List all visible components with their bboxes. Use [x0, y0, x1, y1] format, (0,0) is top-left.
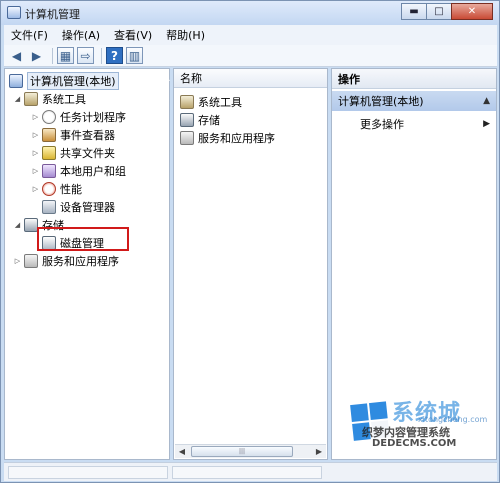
tools-icon [180, 94, 194, 109]
forward-icon[interactable]: ▶ [28, 47, 45, 64]
expand-arrow-icon[interactable]: ▷ [31, 167, 40, 175]
maximize-button[interactable]: □ [426, 3, 452, 20]
tree-item-task-scheduler[interactable]: ▷ 任务计划程序 [31, 108, 126, 125]
list-item-services[interactable]: 服务和应用程序 [180, 129, 275, 146]
watermark-url: xitongcheng.com [418, 415, 488, 424]
scrollbar-thumb[interactable]: ||| [191, 446, 293, 457]
show-hide-console-tree-icon[interactable]: ▦ [57, 47, 74, 64]
watermark-line2: DEDECMS.COM [372, 438, 457, 449]
list-item-label: 服务和应用程序 [198, 131, 275, 145]
tree-item-system-tools[interactable]: ◢ 系统工具 [13, 90, 86, 107]
tree-item-label: 事件查看器 [60, 128, 115, 142]
clock-icon [42, 109, 56, 124]
tree-item-services[interactable]: ▷ 服务和应用程序 [13, 252, 119, 269]
status-field [172, 466, 322, 479]
more-actions-label: 更多操作 [360, 118, 404, 131]
tree-item-local-users[interactable]: ▷ 本地用户和组 [31, 162, 126, 179]
tree-root[interactable]: 计算机管理(本地) [9, 71, 119, 90]
menu-file[interactable]: 文件(F) [4, 27, 55, 43]
name-column-header[interactable]: 名称 [174, 69, 327, 88]
show-action-pane-icon[interactable]: ▥ [126, 47, 143, 64]
expand-arrow-icon[interactable]: ▷ [31, 113, 40, 121]
menu-view[interactable]: 查看(V) [107, 27, 159, 43]
actions-header-label: 操作 [338, 72, 360, 86]
tree-item-label: 共享文件夹 [60, 146, 115, 160]
device-manager-icon [42, 199, 56, 214]
tree-item-event-viewer[interactable]: ▷ 事件查看器 [31, 126, 115, 143]
tree-item-label: 本地用户和组 [60, 164, 126, 178]
actions-section-label: 计算机管理(本地) [338, 95, 424, 108]
toolbar-separator [52, 47, 53, 64]
tools-icon [24, 91, 38, 106]
toolbar: ◀ ▶ ▦ ⇨ ? ▥ [4, 45, 497, 67]
tree-item-performance[interactable]: ▷ 性能 [31, 180, 82, 197]
list-item-label: 存储 [198, 113, 220, 127]
tree-item-label: 性能 [60, 182, 82, 196]
services-icon [180, 130, 194, 145]
submenu-arrow-icon: ▶ [483, 119, 490, 129]
tree-root-label: 计算机管理(本地) [27, 71, 119, 90]
computer-icon [9, 73, 23, 88]
storage-icon [24, 217, 38, 232]
expand-arrow-icon[interactable]: ▷ [13, 257, 22, 265]
help-icon[interactable]: ? [106, 47, 123, 64]
horizontal-scrollbar[interactable]: ◀ ||| ▶ [175, 444, 326, 458]
expand-arrow-icon[interactable]: ▷ [31, 185, 40, 193]
list-item-storage[interactable]: 存储 [180, 111, 220, 128]
menu-action[interactable]: 操作(A) [55, 27, 107, 43]
console-tree[interactable]: 计算机管理(本地) ◢ 系统工具 ▷ 任务计划程序 ▷ 事件查看器 ▷ 共享文件… [4, 68, 170, 460]
actions-section-title[interactable]: 计算机管理(本地) ▲ [332, 91, 496, 111]
users-icon [42, 163, 56, 178]
collapse-up-icon[interactable]: ▲ [483, 96, 490, 106]
services-icon [24, 253, 38, 268]
performance-icon [42, 181, 56, 196]
list-item-system-tools[interactable]: 系统工具 [180, 93, 242, 110]
scroll-left-icon[interactable]: ◀ [175, 445, 189, 458]
name-column-label: 名称 [180, 72, 202, 85]
expand-arrow-icon[interactable]: ▷ [31, 149, 40, 157]
actions-pane: 操作 计算机管理(本地) ▲ 更多操作 ▶ 系统城 xitongcheng.co… [331, 68, 497, 460]
scroll-right-icon[interactable]: ▶ [312, 445, 326, 458]
collapse-arrow-icon[interactable]: ◢ [13, 221, 22, 229]
tree-item-device-manager[interactable]: 设备管理器 [31, 198, 115, 215]
tree-item-label: 服务和应用程序 [42, 254, 119, 268]
title-bar[interactable]: 计算机管理 ▬ □ ✕ [1, 1, 499, 25]
back-icon[interactable]: ◀ [8, 47, 25, 64]
window-title: 计算机管理 [25, 8, 80, 21]
details-pane[interactable]: 名称 系统工具 存储 服务和应用程序 ◀ ||| ▶ [173, 68, 328, 460]
disk-management-highlight [37, 227, 129, 251]
menu-help[interactable]: 帮助(H) [159, 27, 212, 43]
storage-icon [180, 112, 194, 127]
actions-header: 操作 [332, 69, 496, 89]
event-viewer-icon [42, 127, 56, 142]
list-item-label: 系统工具 [198, 95, 242, 109]
tree-item-label: 系统工具 [42, 92, 86, 106]
tree-item-label: 任务计划程序 [60, 110, 126, 124]
tree-item-shared-folders[interactable]: ▷ 共享文件夹 [31, 144, 115, 161]
more-actions-item[interactable]: 更多操作 ▶ [360, 115, 490, 133]
expand-arrow-icon[interactable]: ▷ [31, 131, 40, 139]
export-list-icon[interactable]: ⇨ [77, 47, 94, 64]
status-bar [4, 462, 497, 481]
close-button[interactable]: ✕ [451, 3, 493, 20]
computer-management-window: 计算机管理 ▬ □ ✕ 文件(F) 操作(A) 查看(V) 帮助(H) ◀ ▶ … [0, 0, 500, 483]
toolbar-separator [101, 47, 102, 64]
shared-folder-icon [42, 145, 56, 160]
collapse-arrow-icon[interactable]: ◢ [13, 95, 22, 103]
status-field [8, 466, 168, 479]
menu-bar: 文件(F) 操作(A) 查看(V) 帮助(H) [4, 25, 497, 45]
tree-item-label: 设备管理器 [60, 200, 115, 214]
computer-management-icon [7, 6, 21, 19]
minimize-button[interactable]: ▬ [401, 3, 427, 20]
watermark: 系统城 xitongcheng.com 织梦内容管理系统 DEDECMS.COM [350, 393, 492, 453]
